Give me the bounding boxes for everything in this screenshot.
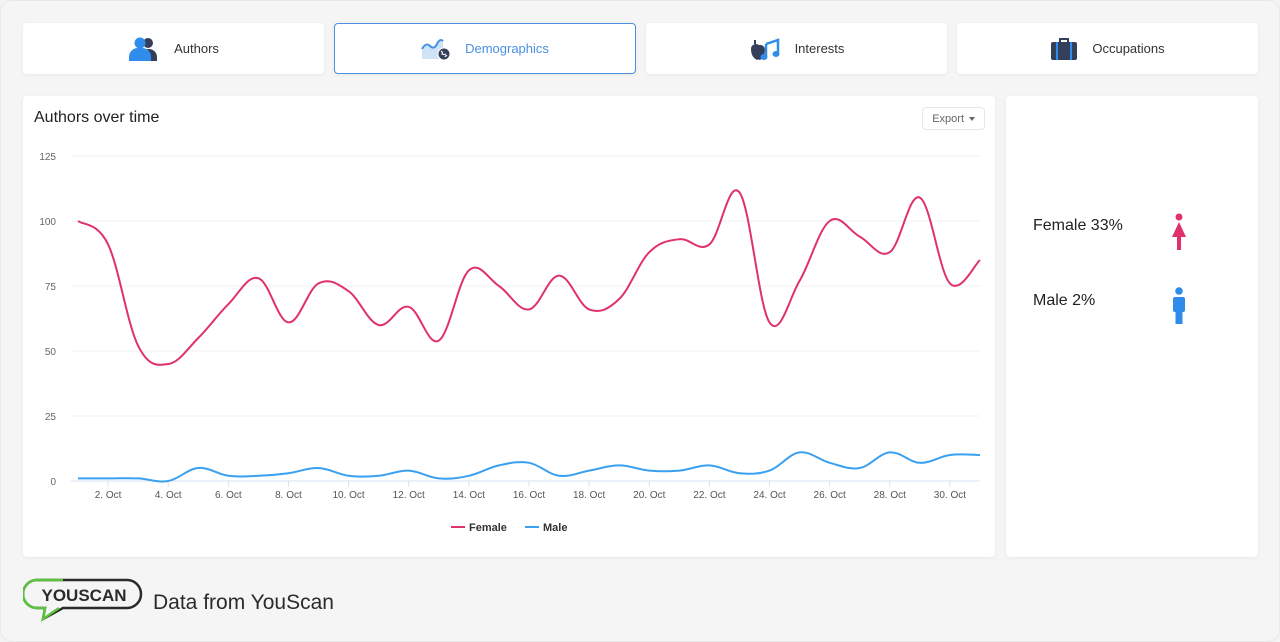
demographics-icon bbox=[421, 37, 451, 61]
series-female bbox=[77, 189, 981, 366]
legend-label: Female bbox=[469, 522, 507, 534]
x-tick-label: 30. Oct bbox=[934, 490, 966, 501]
legend-label: Male bbox=[543, 522, 567, 534]
y-tick-label: 25 bbox=[45, 412, 57, 423]
x-tick-label: 16. Oct bbox=[513, 490, 545, 501]
series-male bbox=[78, 451, 981, 483]
tab-occupations[interactable]: Occupations bbox=[957, 23, 1258, 74]
line-chart: 0 25 50 75 100 125 2. Oct 4. Oct 6. Oct 8. Oct 10… bbox=[39, 152, 981, 534]
x-tick-label: 24. Oct bbox=[753, 490, 785, 501]
x-tick-label: 12. Oct bbox=[393, 490, 425, 501]
occupations-icon bbox=[1050, 37, 1078, 61]
y-tick-label: 75 bbox=[45, 282, 57, 293]
x-tick-label: 26. Oct bbox=[814, 490, 846, 501]
authors-icon bbox=[128, 37, 160, 61]
y-tick-label: 100 bbox=[39, 217, 56, 228]
x-tick-label: 4. Oct bbox=[155, 490, 182, 501]
x-tick-label: 2. Oct bbox=[95, 490, 122, 501]
interests-icon bbox=[749, 37, 781, 61]
x-tick-label: 8. Oct bbox=[275, 490, 302, 501]
male-share: Male 2% bbox=[1033, 292, 1096, 309]
series-line-female bbox=[77, 189, 981, 366]
tab-demographics[interactable]: Demographics bbox=[334, 23, 636, 74]
y-tick-label: 0 bbox=[50, 477, 56, 488]
tab-authors[interactable]: Authors bbox=[23, 23, 324, 74]
chart-card: Authors over time Export 0 25 50 75 100 125 2… bbox=[23, 96, 995, 557]
male-icon bbox=[1172, 287, 1186, 330]
legend-item-male[interactable]: Male bbox=[525, 522, 567, 534]
page-frame: Authors Demographics Interests Occupatio… bbox=[0, 0, 1280, 642]
y-tick-label: 125 bbox=[39, 152, 56, 163]
tab-label: Demographics bbox=[465, 41, 549, 56]
source-text: Data from YouScan bbox=[153, 590, 334, 614]
tab-label: Interests bbox=[794, 41, 845, 56]
tab-interests[interactable]: Interests bbox=[646, 23, 947, 74]
x-tick-label: 6. Oct bbox=[215, 490, 242, 501]
female-share: Female 33% bbox=[1033, 217, 1123, 234]
x-tick-label: 14. Oct bbox=[453, 490, 485, 501]
y-tick-label: 50 bbox=[45, 347, 57, 358]
x-tick-label: 20. Oct bbox=[633, 490, 665, 501]
x-tick-label: 28. Oct bbox=[874, 490, 906, 501]
female-icon bbox=[1171, 213, 1187, 256]
legend-item-female[interactable]: Female bbox=[451, 522, 507, 534]
tab-label: Authors bbox=[174, 41, 219, 56]
x-tick-label: 22. Oct bbox=[693, 490, 725, 501]
footer: YOUSCAN Data from YouScan bbox=[21, 577, 334, 628]
series-line-male bbox=[78, 451, 981, 483]
youscan-logo: YOUSCAN bbox=[21, 577, 145, 628]
logo-text: YOUSCAN bbox=[41, 586, 126, 605]
x-tick-label: 18. Oct bbox=[573, 490, 605, 501]
gender-card: Female 33% Male 2% bbox=[1006, 96, 1258, 557]
tab-label: Occupations bbox=[1092, 41, 1165, 56]
x-tick-label: 10. Oct bbox=[332, 490, 364, 501]
